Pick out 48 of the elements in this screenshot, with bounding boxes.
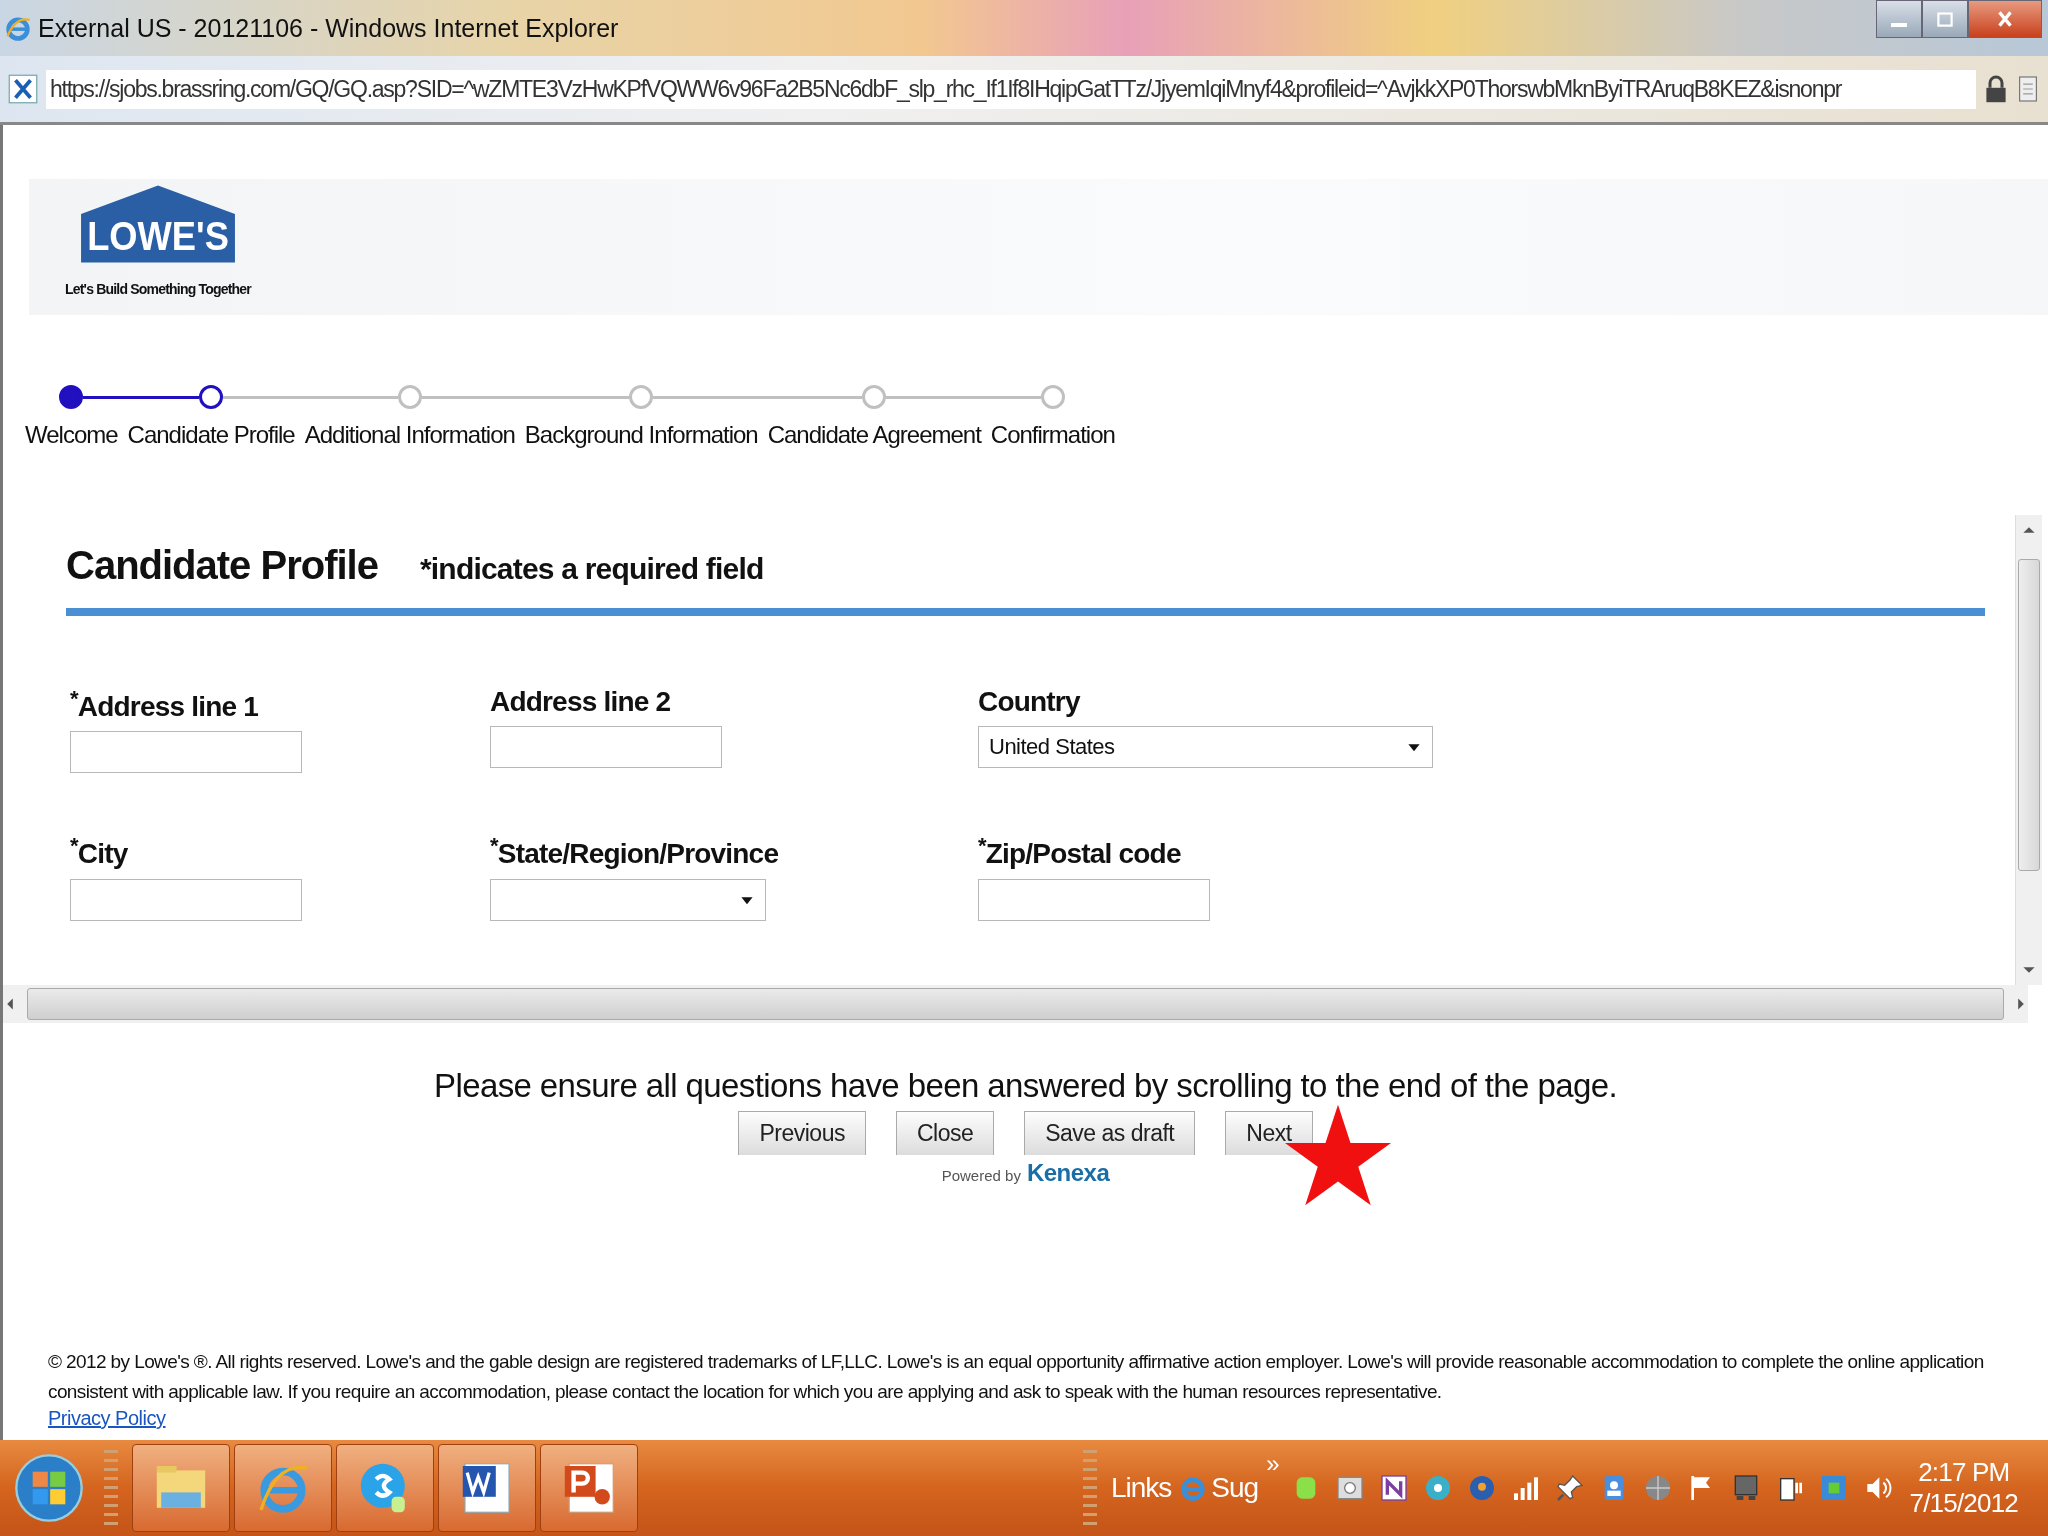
- taskbar-button[interactable]: [540, 1444, 638, 1532]
- field-label: $^{*}$City: [70, 833, 129, 871]
- window-title: External US - 20121106 - Windows Internet Explorer: [38, 13, 620, 43]
- input-field[interactable]: [70, 731, 302, 774]
- field-label: Country: [978, 686, 1082, 718]
- step-label[interactable]: Candidate Profile: [127, 421, 295, 449]
- step-label[interactable]: Background Information: [524, 421, 758, 449]
- field-label: $^{*}$Address line 1: [70, 686, 259, 724]
- dropdown[interactable]: United States: [978, 726, 1433, 768]
- vertical-scrollbar[interactable]: [2015, 515, 2042, 985]
- field-label: $^{*}$State/Region/Province: [490, 833, 780, 871]
- brand-logo: Kenexa: [1026, 1159, 1110, 1187]
- copyright-text: © 2012 by Lowe's ®. All rights reserved. Lowe's and the gable design are registered trademarks of LF,LLC. Lowe's is an equal opportunity affirmative action employer. Lowe's will provide reasonable accommodation to complete the online application consistent with applicable law. If you require an accommodation, please contact the location for which you are applying and ask to speak with the human resources representative.: [48, 1350, 1985, 1404]
- input-field[interactable]: [70, 878, 302, 921]
- form-button[interactable]: Next: [1225, 1111, 1313, 1155]
- field-label: Address line 2: [490, 686, 672, 718]
- field-label: $^{*}$Zip/Postal code: [978, 833, 1182, 871]
- form-button[interactable]: Save as draft: [1024, 1111, 1196, 1155]
- form-button[interactable]: Previous: [738, 1111, 866, 1155]
- lock-icon: [1984, 74, 2008, 104]
- taskbar-button[interactable]: [336, 1444, 434, 1532]
- clock[interactable]: 2:17 PM 7/15/2012: [1909, 1457, 2018, 1519]
- powered-by-text: Powered by: [941, 1167, 1021, 1184]
- step-label[interactable]: Confirmation: [990, 421, 1115, 449]
- close-button[interactable]: [1968, 0, 2042, 38]
- minimize-button[interactable]: [1876, 0, 1922, 38]
- required-note: *indicates a required field: [419, 552, 764, 586]
- input-field[interactable]: [490, 726, 722, 768]
- maximize-button[interactable]: [1922, 0, 1968, 38]
- step-label[interactable]: Additional Information: [304, 421, 515, 449]
- page-icon[interactable]: [2016, 74, 2040, 104]
- toolbar-link[interactable]: Sug: [1211, 1472, 1259, 1504]
- links-toolbar-label[interactable]: Links: [1110, 1472, 1172, 1504]
- step-label[interactable]: Candidate Agreement: [767, 421, 981, 449]
- horizontal-scrollbar[interactable]: [3, 985, 2028, 1023]
- address-field[interactable]: https://sjobs.brassring.com/GQ/GQ.asp?SID=^wZMTE3VzHwKPfVQWW6v96Fa2B5Nc6dbF_slp_rhc_If1If8IHqipGatTTz/JjyemIqiMnyf4&profileid=^AvjkkXP0ThorswbMknByiTRAruqB8KEZ&isnonpr: [46, 69, 1976, 109]
- step-label[interactable]: Welcome: [25, 421, 118, 449]
- site-icon: [8, 74, 38, 104]
- instruction-text: Please ensure all questions have been answered by scrolling to the end of the page.: [434, 1067, 1617, 1105]
- minimize-icon: [1891, 23, 1907, 27]
- taskbar-button[interactable]: [132, 1444, 230, 1532]
- taskbar-button[interactable]: [438, 1444, 536, 1532]
- form-button[interactable]: Close: [895, 1111, 995, 1155]
- privacy-policy-link[interactable]: Privacy Policy: [48, 1407, 166, 1430]
- start-button[interactable]: [14, 1453, 84, 1523]
- input-field[interactable]: [978, 878, 1210, 921]
- section-title: Candidate Profile: [66, 543, 378, 588]
- taskbar-button[interactable]: [234, 1444, 332, 1532]
